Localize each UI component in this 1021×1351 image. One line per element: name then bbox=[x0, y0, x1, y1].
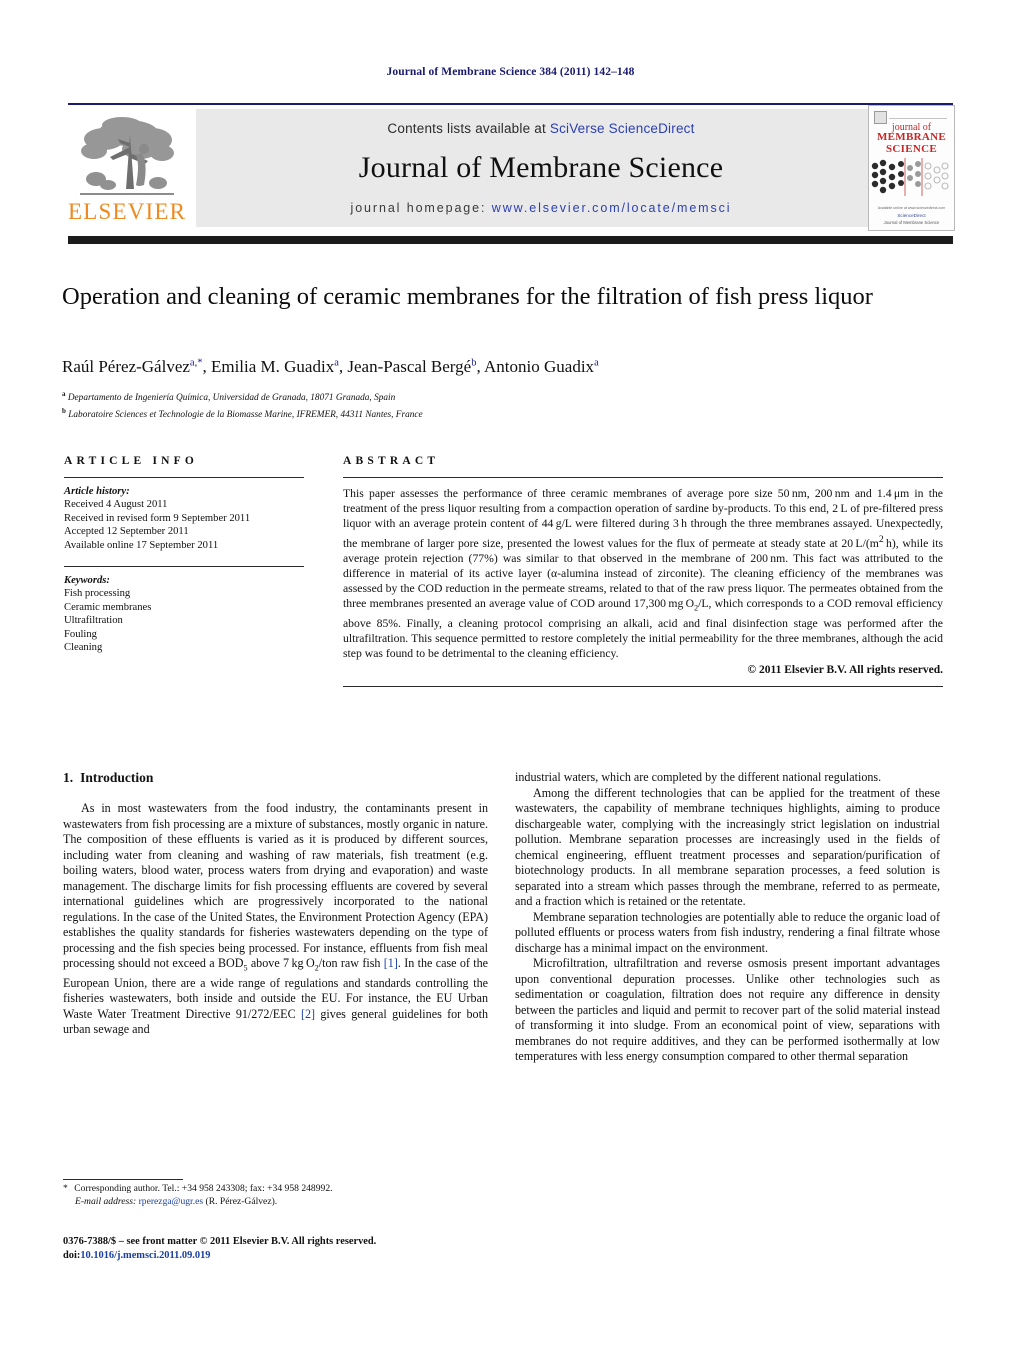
sciencedirect-link[interactable]: SciVerse ScienceDirect bbox=[550, 121, 695, 136]
cover-footer-sciencedirect: ScienceDirect bbox=[897, 213, 926, 218]
article-info-heading: ARTICLE INFO bbox=[64, 455, 199, 467]
article-info-rule bbox=[64, 477, 304, 478]
doi-link[interactable]: 10.1016/j.memsci.2011.09.019 bbox=[80, 1250, 210, 1261]
contents-lists-line: Contents lists available at SciVerse Sci… bbox=[196, 121, 886, 136]
article-history-item: Accepted 12 September 2011 bbox=[64, 526, 189, 538]
body-column-left: 1. Introduction As in most wastewaters fr… bbox=[63, 770, 488, 1038]
email-label: E-mail address: bbox=[75, 1195, 137, 1207]
elsevier-tree-ground bbox=[80, 193, 174, 195]
journal-title: Journal of Membrane Science bbox=[358, 151, 724, 184]
abstract-copyright: © 2011 Elsevier B.V. All rights reserved… bbox=[747, 664, 943, 677]
keyword-item: Fish processing bbox=[64, 588, 131, 600]
email-link[interactable]: rperezga@ugr.es bbox=[139, 1196, 204, 1207]
article-history-item: Available online 17 September 2011 bbox=[64, 539, 219, 551]
body-paragraph: Among the different technologies that ca… bbox=[515, 785, 940, 909]
header-dark-bar bbox=[68, 236, 953, 244]
article-history-label: Article history: bbox=[64, 486, 130, 497]
keywords-rule bbox=[64, 566, 304, 568]
body-paragraph: industrial waters, which are completed b… bbox=[515, 770, 882, 784]
journal-header-band: ELSEVIER Contents lists available at Sci… bbox=[68, 105, 955, 231]
article-history-block: Article history: Received 4 August 2011 … bbox=[64, 485, 304, 552]
keyword-item: Fouling bbox=[64, 628, 97, 640]
keywords-block: Keywords: Fish processing Ceramic membra… bbox=[64, 574, 304, 654]
email-owner: (R. Pérez-Gálvez). bbox=[205, 1195, 278, 1207]
body-paragraph: Membrane separation technologies are pot… bbox=[515, 909, 940, 955]
affiliation-list: a Departamento de Ingeniería Química, Un… bbox=[62, 388, 942, 421]
contents-lists-prefix: Contents lists available at bbox=[387, 121, 550, 136]
corresponding-author-note: * Corresponding author. Tel.: +34 958 24… bbox=[63, 1183, 333, 1194]
issn-line: 0376-7388/$ – see front matter © 2011 El… bbox=[63, 1236, 377, 1247]
footnote-rule bbox=[63, 1179, 183, 1180]
abstract-column: ABSTRACT This paper assesses the perform… bbox=[343, 455, 943, 688]
affiliation-item: b Laboratoire Sciences et Technologie de… bbox=[62, 405, 942, 422]
affiliation-marker: b bbox=[62, 406, 66, 415]
footnote-block: * Corresponding author. Tel.: +34 958 24… bbox=[63, 1183, 493, 1208]
author-list: Raúl Pérez-Gálveza,*, Emilia M. Guadixa,… bbox=[62, 357, 599, 376]
affiliation-text: Departamento de Ingeniería Química, Univ… bbox=[67, 393, 396, 404]
article-history-item: Received in revised form 9 September 201… bbox=[64, 512, 251, 524]
cover-title-science: SCIENCE bbox=[885, 142, 937, 155]
journal-cover-thumbnail: journal of MEMBRANE SCIENCE Available on… bbox=[868, 105, 955, 231]
keyword-item: Cleaning bbox=[64, 642, 103, 654]
abstract-text: This paper assesses the performance of t… bbox=[343, 487, 943, 661]
section-number: 1. bbox=[63, 770, 74, 785]
elsevier-logo: ELSEVIER bbox=[68, 107, 186, 229]
cover-footer-journal: Journal of Membrane Science bbox=[883, 220, 940, 225]
cover-title-membrane: MEMBRANE bbox=[876, 131, 946, 143]
email-note: E-mail address: rperezga@ugr.es (R. Pére… bbox=[63, 1196, 493, 1209]
body-paragraph: As in most wastewaters from the food ind… bbox=[63, 801, 489, 1037]
homepage-url-link[interactable]: www.elsevier.com/locate/memsci bbox=[492, 201, 732, 215]
keywords-label: Keywords: bbox=[64, 575, 110, 587]
cover-divider bbox=[889, 118, 947, 119]
affiliation-marker: a bbox=[62, 390, 66, 398]
abstract-rule bbox=[343, 477, 943, 478]
elsevier-wordmark: ELSEVIER bbox=[68, 199, 187, 224]
section-title: Introduction bbox=[80, 770, 154, 785]
homepage-prefix: journal homepage: bbox=[350, 201, 492, 215]
cover-footer-availability: Available online at www.sciencedirect.co… bbox=[877, 206, 946, 210]
abstract-bottom-rule bbox=[343, 686, 943, 688]
doi-label: doi: bbox=[63, 1249, 81, 1261]
abstract-heading: ABSTRACT bbox=[343, 455, 440, 467]
paper-page: Journal of Membrane Science 384 (2011) 1… bbox=[0, 0, 1021, 1351]
affiliation-text: Laboratoire Sciences et Technologie de l… bbox=[68, 409, 423, 420]
cover-molecule-graphic bbox=[871, 158, 949, 196]
section-heading-introduction: 1. Introduction bbox=[63, 770, 488, 786]
keyword-item: Ultrafiltration bbox=[64, 615, 123, 627]
contents-box: Contents lists available at SciVerse Sci… bbox=[196, 109, 886, 227]
article-info-column: ARTICLE INFO Article history: Received 4… bbox=[64, 455, 304, 654]
cover-title-line2: MEMBRANE SCIENCE bbox=[869, 131, 954, 155]
keyword-item: Ceramic membranes bbox=[64, 601, 152, 613]
body-column-right: industrial waters, which are completed b… bbox=[515, 770, 940, 1065]
cover-inner: journal of MEMBRANE SCIENCE Available on… bbox=[869, 106, 954, 230]
body-paragraph: Microfiltration, ultrafiltration and rev… bbox=[515, 956, 940, 1063]
running-head: Journal of Membrane Science 384 (2011) 1… bbox=[386, 66, 635, 78]
article-history-item: Received 4 August 2011 bbox=[64, 499, 168, 511]
elsevier-tree-icon bbox=[81, 117, 174, 190]
journal-homepage-line: journal homepage: www.elsevier.com/locat… bbox=[196, 201, 886, 215]
issn-doi-block: 0376-7388/$ – see front matter © 2011 El… bbox=[63, 1235, 493, 1262]
doi-line: doi:10.1016/j.memsci.2011.09.019 bbox=[63, 1249, 493, 1263]
page-title: Operation and cleaning of ceramic membra… bbox=[62, 283, 873, 310]
affiliation-item: a Departamento de Ingeniería Química, Un… bbox=[62, 388, 942, 405]
